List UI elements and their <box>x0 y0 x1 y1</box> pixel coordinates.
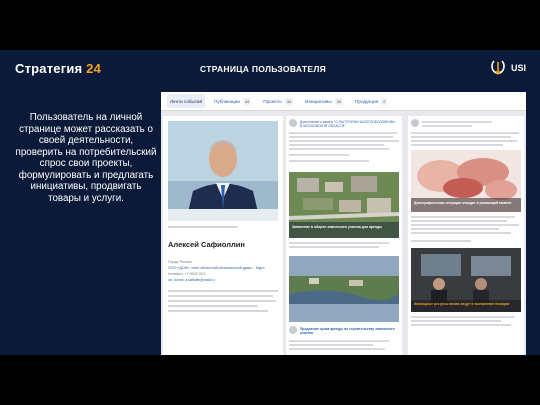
text-line <box>411 316 515 318</box>
text-line <box>168 305 258 307</box>
text-line <box>411 240 471 242</box>
tab-publications[interactable]: Публикации 44 <box>211 94 254 108</box>
profile-photo <box>168 121 278 221</box>
feed-column-right: Демографическая ситуация отводит в решаю… <box>408 116 524 355</box>
tab-initiatives[interactable]: Инициативы 34 <box>302 94 346 108</box>
tab-products[interactable]: Продукция 2 <box>352 94 390 108</box>
text-line <box>411 228 499 230</box>
text-line <box>168 300 276 302</box>
text-line <box>289 242 389 244</box>
profile-divider <box>168 226 238 228</box>
text-line <box>411 220 507 222</box>
text-line <box>289 348 385 350</box>
river-photo <box>289 256 399 322</box>
slide-body-text: Пользователь на личной странице может ра… <box>15 112 157 204</box>
text-line <box>168 310 268 312</box>
user-page-screenshot: Лента событий Публикации 44 Проекты 33 Ини… <box>161 92 526 355</box>
text-line <box>411 140 517 142</box>
post-header: Дополнение к закону "О ЛЬГОТНОМ НАЛОГООБ… <box>289 119 399 129</box>
text-line <box>289 340 389 342</box>
tab-count: 34 <box>334 97 344 105</box>
tab-count: 2 <box>381 97 388 105</box>
text-line <box>422 125 472 127</box>
text-line <box>411 136 511 138</box>
slide-title: Стратегия 24 <box>15 61 101 76</box>
image-caption: Заявление в общего земельного участка дл… <box>292 225 382 229</box>
tab-projects[interactable]: Проекты 33 <box>260 94 296 108</box>
logo-text: USI <box>511 63 527 73</box>
portrait-image <box>168 121 278 221</box>
text-line <box>289 154 349 156</box>
text-line <box>289 136 393 138</box>
tab-label: Инициативы <box>305 98 332 104</box>
text-line <box>289 132 397 134</box>
text-line <box>422 121 492 123</box>
text-line <box>289 344 373 346</box>
text-line <box>289 160 369 162</box>
post-title[interactable]: Дополнение к закону "О ЛЬГОТНОМ НАЛОГООБ… <box>300 120 396 128</box>
avatar[interactable] <box>289 326 297 334</box>
text-line <box>411 232 511 234</box>
text-line <box>411 144 503 146</box>
profile-info-line: телефон: +7 9000 XXX <box>168 272 206 276</box>
text-line <box>168 290 278 292</box>
profile-card: Алексей Сафиоллин Город: Россия ООО «ДОН… <box>163 116 283 355</box>
tab-label: Лента событий <box>170 98 203 104</box>
text-line <box>289 144 384 146</box>
slide-title-accent: 24 <box>86 61 102 76</box>
post-image-conference[interactable]: Жилищные ресурсы вновь ведут в восприяти… <box>411 248 521 312</box>
profile-info-line[interactable]: эл. почта: a.safiollin@mail.ru <box>168 278 215 282</box>
tab-label: Проекты <box>263 98 282 104</box>
text-line <box>289 140 399 142</box>
post-image-hands[interactable]: Демографическая ситуация отводит в решаю… <box>411 150 521 212</box>
slide-title-main: Стратегия <box>15 61 83 76</box>
post-image-river[interactable] <box>289 256 399 322</box>
text-line <box>411 224 519 226</box>
text-line <box>411 216 515 218</box>
text-line <box>411 324 511 326</box>
profile-info-line[interactable]: ООО «ДОН», член областной региональной д… <box>168 266 265 270</box>
image-caption: Жилищные ресурсы вновь ведут в восприяти… <box>414 302 510 306</box>
text-line <box>411 132 519 134</box>
image-caption: Демографическая ситуация отводит в решаю… <box>414 201 512 205</box>
tab-label: Публикации <box>214 98 240 104</box>
text-line <box>289 246 379 248</box>
post-header <box>411 119 521 129</box>
feed-column-middle: Дополнение к закону "О ЛЬГОТНОМ НАЛОГООБ… <box>286 116 402 355</box>
text-line <box>289 148 389 150</box>
usi-logo: USI <box>490 58 530 78</box>
profile-info-line: Город: Россия <box>168 260 192 264</box>
post-title[interactable]: Продление срока аренды по строительству … <box>300 327 396 335</box>
avatar[interactable] <box>411 119 419 127</box>
presentation-slide: Стратегия 24 СТРАНИЦА ПОЛЬЗОВАТЕЛЯ USI П… <box>0 50 540 355</box>
profile-name: Алексей Сафиоллин <box>168 240 245 249</box>
avatar[interactable] <box>289 119 297 127</box>
profile-tabs: Лента событий Публикации 44 Проекты 33 Ини… <box>161 92 526 111</box>
tab-feed[interactable]: Лента событий <box>167 94 206 108</box>
text-line <box>411 320 501 322</box>
post-image-aerial[interactable]: Заявление в общего земельного участка дл… <box>289 172 399 238</box>
slide-heading: СТРАНИЦА ПОЛЬЗОВАТЕЛЯ <box>200 64 326 74</box>
tab-label: Продукция <box>355 98 379 104</box>
post-header: Продление срока аренды по строительству … <box>289 326 399 336</box>
text-line <box>168 295 273 297</box>
tab-count: 33 <box>284 97 294 105</box>
tab-count: 44 <box>242 97 252 105</box>
